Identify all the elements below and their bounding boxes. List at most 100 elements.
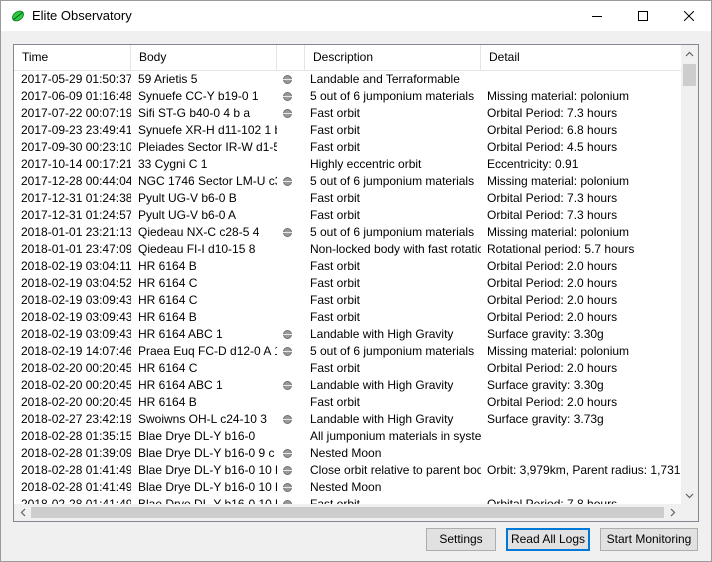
table-row[interactable]: 2018-02-20 00:20:45 HR 6164 C Fast orbit Or… xyxy=(14,360,681,377)
row-icon-cell xyxy=(277,292,305,309)
row-detail xyxy=(481,428,681,445)
row-body: Blae Drye DL-Y b16-0 xyxy=(138,429,256,443)
row-time: 2018-02-28 01:41:49 xyxy=(21,463,131,477)
row-icon-cell xyxy=(277,258,305,275)
scroll-left-arrow-icon[interactable] xyxy=(14,504,31,521)
table-row[interactable]: 2018-02-28 01:39:09 Blae Drye DL-Y b16-0 … xyxy=(14,445,681,462)
app-logo-icon xyxy=(12,10,24,22)
vertical-scroll-thumb[interactable] xyxy=(683,64,696,86)
row-icon-cell xyxy=(277,343,305,360)
row-detail xyxy=(481,71,681,88)
row-icon-cell xyxy=(277,326,305,343)
row-body: HR 6164 B xyxy=(138,310,197,324)
table-row[interactable]: 2017-06-09 01:16:48 Synuefe CC-Y b19-0 1 5… xyxy=(14,88,681,105)
table-row[interactable]: 2018-02-28 01:35:15 Blae Drye DL-Y b16-0 A… xyxy=(14,428,681,445)
title-bar[interactable]: Elite Observatory xyxy=(1,1,711,31)
table-row[interactable]: 2018-02-19 03:09:43 HR 6164 B Fast orbit Or… xyxy=(14,309,681,326)
row-description: Fast orbit xyxy=(310,259,361,273)
row-description: Fast orbit xyxy=(310,123,361,137)
table-row[interactable]: 2018-02-19 14:07:46 Praea Euq FC-D d12-0 … xyxy=(14,343,681,360)
scroll-up-arrow-icon[interactable] xyxy=(681,45,698,62)
row-detail: Missing material: polonium xyxy=(487,344,630,358)
horizontal-scrollbar[interactable] xyxy=(14,504,681,521)
row-detail: Surface gravity: 3.73g xyxy=(487,412,604,426)
close-button[interactable] xyxy=(666,1,711,31)
table-row[interactable]: 2018-02-20 00:20:45 HR 6164 B Fast orbit Or… xyxy=(14,394,681,411)
row-description: Landable with High Gravity xyxy=(310,412,454,426)
row-time: 2018-02-19 03:04:11 xyxy=(21,259,131,273)
start-monitoring-button[interactable]: Start Monitoring xyxy=(600,528,698,551)
row-time: 2018-02-28 01:39:09 xyxy=(21,446,131,460)
row-icon-cell xyxy=(277,394,305,411)
read-all-logs-button[interactable]: Read All Logs xyxy=(506,528,590,551)
row-time: 2018-02-19 03:04:52 xyxy=(21,276,131,290)
row-icon-cell xyxy=(277,445,305,462)
row-body: HR 6164 C xyxy=(138,276,198,290)
row-icon-cell xyxy=(277,139,305,156)
row-body: HR 6164 C xyxy=(138,293,198,307)
row-body: HR 6164 B xyxy=(138,395,197,409)
observations-list[interactable]: Time Body Description Detail 2017-05-29 … xyxy=(13,44,699,522)
table-row[interactable]: 2018-02-19 03:04:52 HR 6164 C Fast orbit Or… xyxy=(14,275,681,292)
row-body: Blae Drye DL-Y b16-0 10 b a xyxy=(138,480,277,494)
row-time: 2018-02-20 00:20:45 xyxy=(21,361,131,375)
scroll-right-arrow-icon[interactable] xyxy=(664,504,681,521)
table-row[interactable]: 2017-12-31 01:24:38 Pyult UG-V b6-0 B Fast… xyxy=(14,190,681,207)
table-row[interactable]: 2017-12-31 01:24:57 Pyult UG-V b6-0 A Fast… xyxy=(14,207,681,224)
row-description: Landable with High Gravity xyxy=(310,327,454,341)
table-row[interactable]: 2017-09-23 23:49:41 Synuefe XR-H d11-102 … xyxy=(14,122,681,139)
maximize-button[interactable] xyxy=(620,1,666,31)
row-time: 2018-02-28 01:35:15 xyxy=(21,429,131,443)
row-icon-cell xyxy=(277,377,305,394)
scrollbar-corner xyxy=(681,504,698,521)
settings-button[interactable]: Settings xyxy=(426,528,496,551)
table-row[interactable]: 2017-09-30 00:23:10 Pleiades Sector IR-W … xyxy=(14,139,681,156)
table-row[interactable]: 2018-02-28 01:41:49 Blae Drye DL-Y b16-0 … xyxy=(14,479,681,496)
row-description: 5 out of 6 jumponium materials xyxy=(310,225,475,239)
row-time: 2018-01-01 23:21:13 xyxy=(21,225,131,239)
row-detail: Orbital Period: 6.8 hours xyxy=(487,123,618,137)
planet-icon xyxy=(283,347,292,356)
row-description: Fast orbit xyxy=(310,191,361,205)
row-body: HR 6164 B xyxy=(138,259,197,273)
row-detail: Eccentricity: 0.91 xyxy=(487,157,579,171)
row-description: 5 out of 6 jumponium materials xyxy=(310,174,475,188)
row-detail: Missing material: polonium xyxy=(487,225,630,239)
column-header-body[interactable]: Body xyxy=(131,45,277,70)
table-row[interactable]: 2017-10-14 00:17:21 33 Cygni C 1 Highly ec… xyxy=(14,156,681,173)
table-row[interactable]: 2018-02-19 03:04:11 HR 6164 B Fast orbit Or… xyxy=(14,258,681,275)
row-detail: Orbital Period: 2.0 hours xyxy=(487,293,618,307)
table-row[interactable]: 2018-02-28 01:41:49 Blae Drye DL-Y b16-0 … xyxy=(14,462,681,479)
column-header-time[interactable]: Time xyxy=(14,45,131,70)
horizontal-scroll-thumb[interactable] xyxy=(31,507,664,518)
row-icon-cell xyxy=(277,190,305,207)
window-title: Elite Observatory xyxy=(32,8,132,23)
column-header-description[interactable]: Description xyxy=(305,45,481,70)
table-row[interactable]: 2018-01-01 23:21:13 Qiedeau NX-C c28-5 4 5… xyxy=(14,224,681,241)
table-row[interactable]: 2017-07-22 00:07:19 Sifi ST-G b40-0 4 b a… xyxy=(14,105,681,122)
table-row[interactable]: 2018-02-19 03:09:43 HR 6164 C Fast orbit Or… xyxy=(14,292,681,309)
table-row[interactable]: 2017-05-29 01:50:37 59 Arietis 5 Landable … xyxy=(14,71,681,88)
scroll-down-arrow-icon[interactable] xyxy=(681,487,698,504)
row-body: HR 6164 C xyxy=(138,361,198,375)
planet-icon xyxy=(283,75,292,84)
minimize-button[interactable] xyxy=(574,1,620,31)
column-header-icon[interactable] xyxy=(277,45,305,70)
row-description: Fast orbit xyxy=(310,310,361,324)
vertical-scrollbar[interactable] xyxy=(681,45,698,504)
row-time: 2018-02-20 00:20:45 xyxy=(21,378,131,392)
row-icon-cell xyxy=(277,360,305,377)
row-description: Fast orbit xyxy=(310,395,361,409)
row-time: 2017-09-30 00:23:10 xyxy=(21,140,131,154)
table-row[interactable]: 2018-02-20 00:20:45 HR 6164 ABC 1 Landable… xyxy=(14,377,681,394)
table-row[interactable]: 2017-12-28 00:44:04 NGC 1746 Sector LM-U … xyxy=(14,173,681,190)
row-body: Blae Drye DL-Y b16-0 9 c a xyxy=(138,446,277,460)
row-time: 2018-02-19 03:09:43 xyxy=(21,310,131,324)
row-time: 2017-09-23 23:49:41 xyxy=(21,123,131,137)
table-row[interactable]: 2018-02-27 23:42:19 Swoiwns OH-L c24-10 3… xyxy=(14,411,681,428)
table-row[interactable]: 2018-02-19 03:09:43 HR 6164 ABC 1 Landable… xyxy=(14,326,681,343)
row-body: 59 Arietis 5 xyxy=(138,72,198,86)
column-header-detail[interactable]: Detail xyxy=(481,45,681,70)
table-row[interactable]: 2018-01-01 23:47:09 Qiedeau FI-I d10-15 8… xyxy=(14,241,681,258)
list-header: Time Body Description Detail xyxy=(14,45,681,71)
